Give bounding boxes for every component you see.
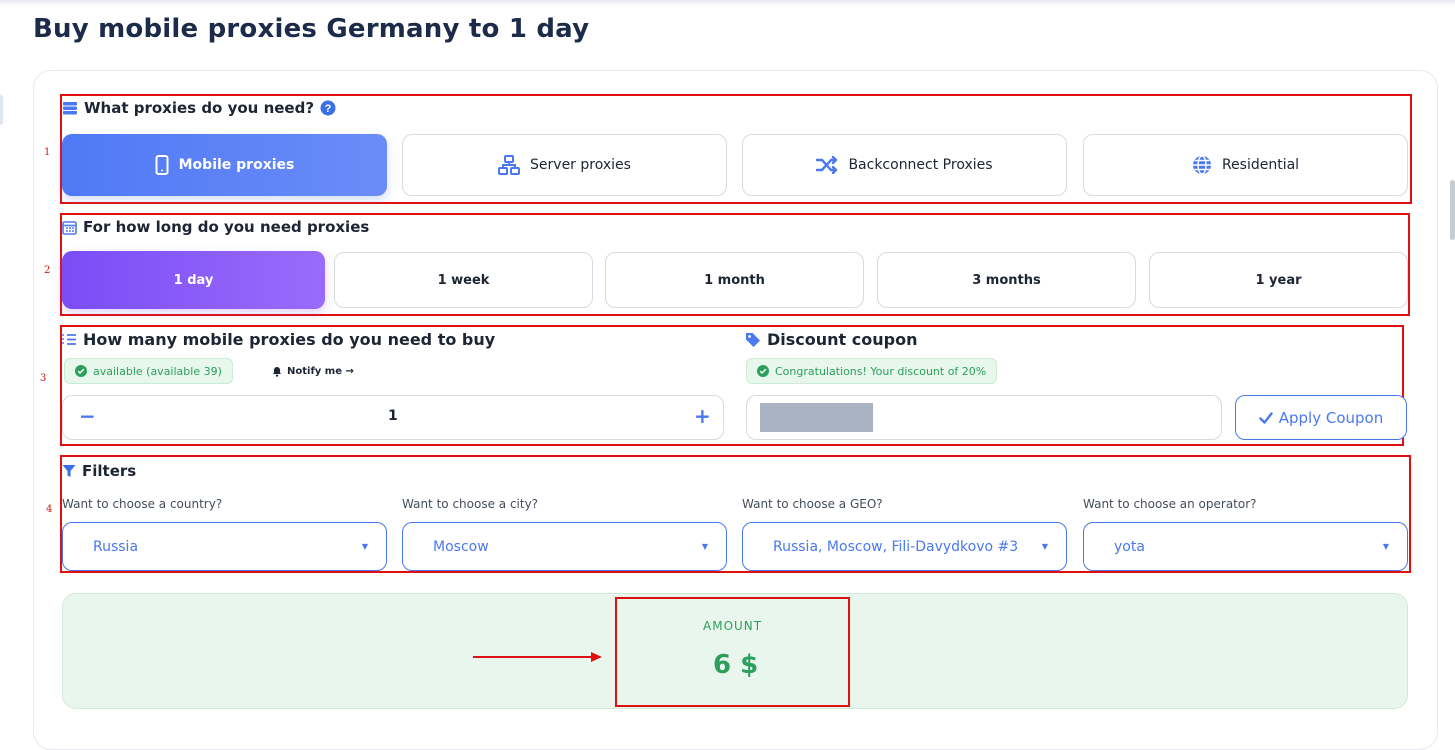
proxy-type-title: What proxies do you need? ? xyxy=(62,99,336,117)
operator-value: yota xyxy=(1114,538,1145,555)
decrement-button[interactable]: − xyxy=(79,404,96,428)
option-label: Mobile proxies xyxy=(178,157,295,173)
geo-label: Want to choose a GEO? xyxy=(742,497,883,511)
annotation-number-3: 3 xyxy=(40,373,47,384)
duration-title-text: For how long do you need proxies xyxy=(83,218,370,236)
discount-text: Congratulations! Your discount of 20% xyxy=(775,364,987,378)
notify-text: Notify me → xyxy=(287,366,354,377)
option-mobile-proxies[interactable]: Mobile proxies xyxy=(62,134,387,196)
annotation-number-2: 2 xyxy=(44,265,51,276)
option-label: Server proxies xyxy=(530,157,631,173)
option-residential[interactable]: Residential xyxy=(1083,134,1408,196)
option-backconnect-proxies[interactable]: Backconnect Proxies xyxy=(742,134,1067,196)
quantity-title: How many mobile proxies do you need to b… xyxy=(62,330,495,349)
calendar-icon xyxy=(62,220,77,235)
geo-select[interactable]: Russia, Moscow, Fili-Davydkovo #3 ▼ xyxy=(742,522,1067,571)
top-shadow xyxy=(0,0,1455,6)
duration-label: 1 day xyxy=(173,272,214,288)
chevron-down-icon: ▼ xyxy=(1382,542,1389,551)
shuffle-icon xyxy=(816,156,838,174)
side-tab[interactable] xyxy=(0,95,3,125)
duration-label: 3 months xyxy=(972,272,1041,288)
check-circle-icon xyxy=(757,365,769,377)
annotation-number-4: 4 xyxy=(46,504,53,515)
country-label: Want to choose a country? xyxy=(62,497,223,511)
coupon-title-text: Discount coupon xyxy=(767,330,918,349)
scrollbar-thumb[interactable] xyxy=(1450,180,1455,240)
geo-value: Russia, Moscow, Fili-Davydkovo #3 xyxy=(773,538,1019,555)
apply-coupon-button[interactable]: Apply Coupon xyxy=(1235,395,1407,440)
operator-label: Want to choose an operator? xyxy=(1083,497,1257,511)
globe-icon xyxy=(1192,155,1211,175)
city-select[interactable]: Moscow ▼ xyxy=(402,522,727,571)
option-server-proxies[interactable]: Server proxies xyxy=(402,134,727,196)
annotation-arrow-head xyxy=(591,652,602,662)
city-value: Moscow xyxy=(433,538,489,555)
country-select[interactable]: Russia ▼ xyxy=(62,522,387,571)
page-title: Buy mobile proxies Germany to 1 day xyxy=(33,14,590,44)
filter-icon xyxy=(62,465,76,477)
check-icon xyxy=(1259,411,1273,424)
duration-label: 1 week xyxy=(437,272,490,288)
proxy-type-title-text: What proxies do you need? xyxy=(84,99,315,117)
filters-title: Filters xyxy=(62,462,136,480)
availability-text: available (available 39) xyxy=(93,364,222,378)
amount-label: AMOUNT xyxy=(703,619,763,633)
coupon-title: Discount coupon xyxy=(745,330,917,349)
phone-icon xyxy=(155,155,169,175)
duration-1-day[interactable]: 1 day xyxy=(62,251,325,309)
annotation-arrow xyxy=(473,656,595,658)
annotation-number-1: 1 xyxy=(44,147,51,158)
option-label: Residential xyxy=(1221,157,1300,173)
bell-icon xyxy=(273,367,281,377)
option-label: Backconnect Proxies xyxy=(848,157,993,173)
help-icon[interactable]: ? xyxy=(320,100,336,116)
filters-title-text: Filters xyxy=(82,462,137,480)
operator-select[interactable]: yota ▼ xyxy=(1083,522,1408,571)
discount-badge: Congratulations! Your discount of 20% xyxy=(746,358,998,384)
duration-1-week[interactable]: 1 week xyxy=(334,252,593,308)
svg-text:?: ? xyxy=(325,103,332,115)
duration-label: 1 month xyxy=(704,272,765,288)
availability-badge: available (available 39) xyxy=(64,358,233,384)
chevron-down-icon: ▼ xyxy=(361,542,368,551)
network-icon xyxy=(498,155,521,175)
duration-3-months[interactable]: 3 months xyxy=(877,252,1136,308)
notify-me-link[interactable]: Notify me → xyxy=(272,366,354,377)
list-icon xyxy=(62,334,76,345)
quantity-title-text: How many mobile proxies do you need to b… xyxy=(83,330,496,349)
tag-icon xyxy=(746,332,760,347)
duration-title: For how long do you need proxies xyxy=(62,218,369,236)
country-value: Russia xyxy=(93,538,139,555)
amount-value: 6 $ xyxy=(713,650,759,680)
chevron-down-icon: ▼ xyxy=(1041,542,1048,551)
apply-coupon-label: Apply Coupon xyxy=(1278,408,1384,427)
quantity-value[interactable]: 1 xyxy=(388,408,398,424)
chevron-down-icon: ▼ xyxy=(701,542,708,551)
duration-label: 1 year xyxy=(1255,272,1302,288)
redacted-coupon-code xyxy=(760,403,873,432)
check-circle-icon xyxy=(75,365,87,377)
duration-1-year[interactable]: 1 year xyxy=(1149,252,1408,308)
increment-button[interactable]: + xyxy=(694,404,711,428)
city-label: Want to choose a city? xyxy=(402,497,539,511)
duration-1-month[interactable]: 1 month xyxy=(605,252,864,308)
server-list-icon xyxy=(63,102,77,115)
